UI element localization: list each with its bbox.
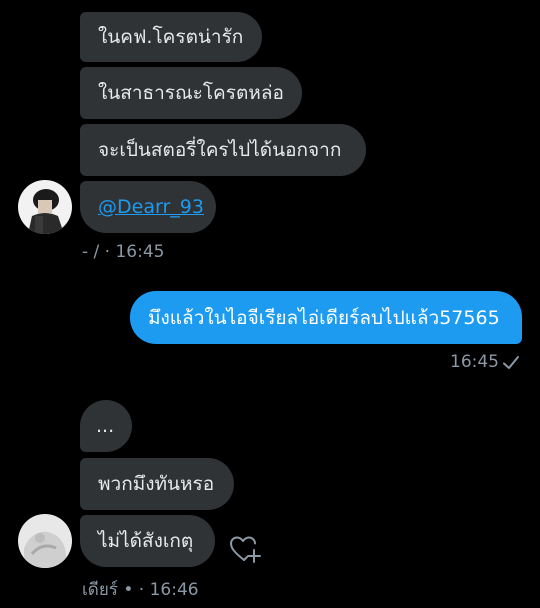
message-bubble[interactable]: จะเป็นสตอรี่ใครไปได้นอกจาก [80,124,366,176]
message-time: 16:45 [450,352,499,372]
avatar[interactable] [18,180,72,234]
message-text: มึงแล้วในไอจีเรียลไอ่เดียร์ลบไปแล้ว57565 [148,306,500,329]
heart-add-icon[interactable] [228,534,262,568]
message-text: ไม่ได้สังเกตุ [98,530,194,552]
message-bubble[interactable]: ในคฟ.โครตน่ารัก [80,12,262,62]
message-text: ในคฟ.โครตน่ารัก [98,26,244,48]
message-bubble[interactable]: @Dearr_93 [80,181,216,233]
message-text: จะเป็นสตอรี่ใครไปได้นอกจาก [98,139,342,161]
message-bubble[interactable]: พวกมึงทันหรอ [80,458,234,510]
avatar[interactable] [18,514,72,568]
message-text: ... [96,415,115,437]
message-bubble-outgoing[interactable]: มึงแล้วในไอจีเรียลไอ่เดียร์ลบไปแล้ว57565 [130,291,522,344]
message-text: ในสาธารณะโครตหล่อ [98,82,284,104]
message-text: พวกมึงทันหรอ [98,473,215,495]
message-bubble[interactable]: ... [80,400,132,452]
message-bubble[interactable]: ไม่ได้สังเกตุ [80,515,215,567]
message-meta: เดียร์ • · 16:46 [82,580,199,600]
message-bubble[interactable]: ในสาธารณะโครตหล่อ [80,67,302,119]
mention-link[interactable]: @Dearr_93 [98,194,204,220]
message-meta: - / · 16:45 [82,242,165,262]
check-icon [502,354,520,376]
